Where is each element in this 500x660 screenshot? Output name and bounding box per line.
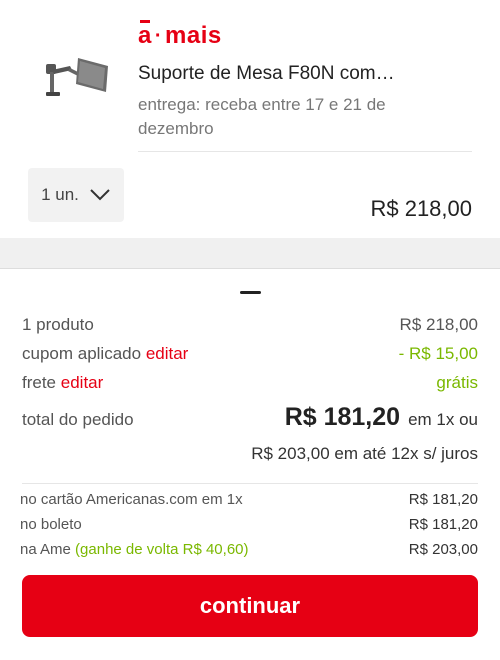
- payment-option-label: no boleto: [20, 516, 82, 533]
- divider: [138, 151, 472, 152]
- total-label: total do pedido: [22, 410, 134, 429]
- delivery-estimate: entrega: receba entre 17 e 21 de dezembr…: [138, 95, 386, 138]
- quantity-select[interactable]: 1 un.: [28, 168, 124, 222]
- brand-prefix: a: [138, 20, 152, 49]
- summary-shipping-row: frete editar grátis: [22, 373, 478, 393]
- payment-option-row: na Ame (ganhe de volta R$ 40,60) R$ 203,…: [20, 541, 478, 558]
- installment-info: R$ 203,00 em até 12x s/ juros: [251, 444, 478, 463]
- coupon-label: cupom aplicado: [22, 344, 142, 363]
- total-value: R$ 181,20: [284, 403, 401, 431]
- shipping-label: frete: [22, 373, 57, 392]
- continue-button[interactable]: continuar: [22, 575, 478, 637]
- brand-dot: ·: [154, 24, 163, 47]
- quantity-value: 1 un.: [41, 185, 79, 204]
- payment-option-row: no cartão Americanas.com em 1x R$ 181,20: [20, 491, 478, 508]
- cashback-note: (ganhe de volta R$ 40,60): [75, 541, 249, 558]
- payment-option-value: R$ 181,20: [408, 516, 478, 533]
- brand-name: mais: [165, 22, 222, 49]
- payment-option-label: na Ame: [20, 541, 71, 558]
- payment-option-value: R$ 203,00: [408, 541, 478, 558]
- payment-option-label: no cartão Americanas.com em 1x: [20, 491, 243, 508]
- cart-item-card: a · mais Suporte de Mesa F80N com… entre…: [0, 0, 500, 238]
- chevron-down-icon: [89, 188, 111, 202]
- payment-option-value: R$ 181,20: [408, 491, 478, 508]
- shipping-value: grátis: [436, 373, 478, 392]
- brand-logo: a · mais: [138, 20, 222, 50]
- order-summary-sheet: 1 produto R$ 218,00 cupom aplicado edita…: [0, 268, 500, 660]
- edit-coupon-link[interactable]: editar: [146, 344, 189, 363]
- summary-total-row: total do pedido R$ 181,20 em 1x ou: [22, 403, 478, 432]
- total-suffix: em 1x ou: [408, 410, 478, 429]
- drag-handle[interactable]: [240, 291, 261, 294]
- products-value: R$ 218,00: [399, 315, 478, 334]
- product-name[interactable]: Suporte de Mesa F80N com…: [138, 63, 438, 85]
- summary-coupon-row: cupom aplicado editar - R$ 15,00: [22, 344, 478, 364]
- item-price: R$ 218,00: [370, 196, 472, 221]
- products-label: 1 produto: [22, 315, 94, 334]
- summary-products-row: 1 produto R$ 218,00: [22, 315, 478, 335]
- payment-option-row: no boleto R$ 181,20: [20, 516, 478, 533]
- edit-shipping-link[interactable]: editar: [61, 373, 104, 392]
- coupon-discount-value: - R$ 15,00: [398, 344, 478, 363]
- product-thumbnail[interactable]: [42, 52, 112, 102]
- divider: [22, 483, 478, 484]
